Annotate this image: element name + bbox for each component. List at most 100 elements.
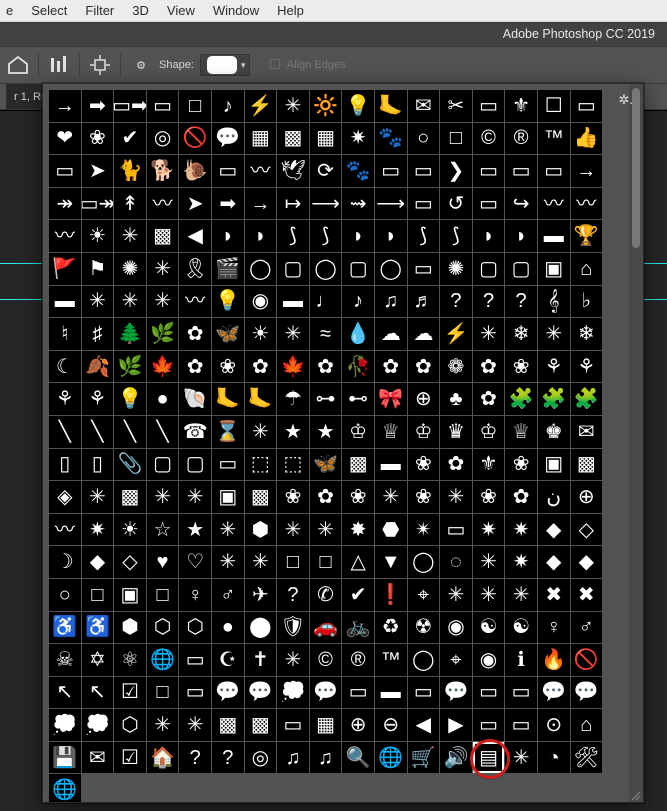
shape-cell[interactable]: ▶: [440, 709, 472, 741]
shape-cell[interactable]: ✿: [375, 351, 407, 383]
shape-cell[interactable]: ▭: [147, 90, 179, 122]
shape-cell[interactable]: ▭: [212, 449, 244, 481]
shape-cell[interactable]: ⊕: [342, 709, 374, 741]
shape-cell[interactable]: ▬: [538, 220, 570, 252]
shape-cell[interactable]: ✳: [212, 546, 244, 578]
shape-cell[interactable]: ◯: [375, 253, 407, 285]
shape-cell[interactable]: 💬: [212, 123, 244, 155]
shape-cell[interactable]: ▭: [473, 90, 505, 122]
shape-cell[interactable]: 🌐: [49, 774, 81, 802]
shape-cell[interactable]: ☆: [147, 514, 179, 546]
shape-cell[interactable]: ╲: [82, 416, 114, 448]
shape-cell[interactable]: ✳: [375, 481, 407, 513]
shape-cell[interactable]: ☎: [179, 416, 211, 448]
shape-cell[interactable]: 🚫: [179, 123, 211, 155]
shape-cell[interactable]: ♀: [179, 579, 211, 611]
menu-item[interactable]: View: [167, 3, 195, 18]
canvas-area[interactable]: ✲. →➡▭➡▭□♪⚡✳🔆💡🦶✉✂▭⚜☐▭❤❀✔◎🚫💬▦▩▦✷🐾○□©®™👍▭➤…: [0, 110, 667, 811]
shape-cell[interactable]: ◗: [342, 220, 374, 252]
shape-cell[interactable]: ✳: [310, 514, 342, 546]
panel-menu-gear-icon[interactable]: ✲.: [618, 92, 633, 108]
shape-cell[interactable]: 💾: [49, 742, 81, 774]
shape-cell[interactable]: ◀: [179, 220, 211, 252]
shape-cell[interactable]: 💬: [310, 677, 342, 709]
shape-cell[interactable]: 〰: [49, 220, 81, 252]
shape-cell[interactable]: ⟆: [310, 220, 342, 252]
shape-cell[interactable]: ▭: [408, 677, 440, 709]
shape-cell[interactable]: ◆: [538, 514, 570, 546]
shape-cell[interactable]: ❀: [212, 351, 244, 383]
shape-cell[interactable]: ✳: [440, 481, 472, 513]
shape-cell[interactable]: 🦶: [245, 383, 277, 415]
shape-cell[interactable]: ✿: [179, 351, 211, 383]
shape-cell[interactable]: ✳: [473, 318, 505, 350]
shape-cell[interactable]: ✳: [147, 709, 179, 741]
shape-cell[interactable]: 🍂: [82, 351, 114, 383]
shape-cell[interactable]: □: [440, 123, 472, 155]
shape-cell[interactable]: 🥀: [342, 351, 374, 383]
shape-cell[interactable]: ®: [505, 123, 537, 155]
shape-cell[interactable]: 🦋: [212, 318, 244, 350]
shape-cell[interactable]: ❀: [505, 351, 537, 383]
shape-cell[interactable]: ▭: [473, 709, 505, 741]
shape-cell[interactable]: ✳: [82, 481, 114, 513]
shape-cell[interactable]: ♔: [473, 416, 505, 448]
shape-cell[interactable]: ♔: [408, 416, 440, 448]
shape-cell[interactable]: ✳: [147, 286, 179, 318]
shape-cell[interactable]: ♿: [49, 612, 81, 644]
shape-cell[interactable]: 🧩: [571, 383, 603, 415]
shape-cell[interactable]: ⌂: [571, 709, 603, 741]
shape-cell[interactable]: ◯: [310, 253, 342, 285]
shape-cell[interactable]: ❯: [440, 155, 472, 187]
shape-cell[interactable]: ↪: [505, 188, 537, 220]
shape-cell[interactable]: ☢: [408, 612, 440, 644]
shape-cell[interactable]: ▩: [342, 449, 374, 481]
shape-cell[interactable]: ✳: [277, 514, 309, 546]
shape-cell[interactable]: ✳: [114, 220, 146, 252]
shape-cell[interactable]: □: [310, 546, 342, 578]
shape-cell[interactable]: ♭: [571, 286, 603, 318]
shape-cell[interactable]: ◆: [538, 546, 570, 578]
shape-cell[interactable]: ♚: [538, 416, 570, 448]
shape-cell[interactable]: ✷: [505, 546, 537, 578]
shape-cell[interactable]: ✆: [310, 579, 342, 611]
menu-item[interactable]: e: [6, 3, 13, 18]
shape-cell[interactable]: ♩: [310, 286, 342, 318]
shape-cell[interactable]: ♫: [277, 742, 309, 774]
shape-cell[interactable]: ⬢: [114, 612, 146, 644]
shape-cell[interactable]: △: [342, 546, 374, 578]
shape-cell[interactable]: ⬚: [245, 449, 277, 481]
shape-cell[interactable]: 💬: [212, 677, 244, 709]
shape-cell[interactable]: 🌿: [114, 351, 146, 383]
shape-cell[interactable]: ☂: [277, 383, 309, 415]
shape-cell[interactable]: ✳: [277, 644, 309, 676]
transform-icon[interactable]: [88, 53, 112, 77]
shape-cell[interactable]: ❤: [49, 123, 81, 155]
shape-cell[interactable]: ⊖: [375, 709, 407, 741]
shape-cell[interactable]: 〰: [571, 188, 603, 220]
shape-cell[interactable]: ◇: [571, 514, 603, 546]
menu-item[interactable]: Window: [213, 3, 259, 18]
shape-cell[interactable]: ✺: [440, 253, 472, 285]
shape-cell[interactable]: 〰: [179, 286, 211, 318]
shape-cell[interactable]: ⌂: [571, 253, 603, 285]
shape-cell[interactable]: ▭: [440, 514, 472, 546]
shape-cell[interactable]: ▭: [571, 90, 603, 122]
shape-cell[interactable]: ⬚: [277, 449, 309, 481]
shape-cell[interactable]: ✳: [538, 318, 570, 350]
shape-cell[interactable]: □: [147, 677, 179, 709]
shape-cell[interactable]: ✳: [245, 416, 277, 448]
shape-cell[interactable]: ♯: [82, 318, 114, 350]
shape-cell[interactable]: ↠: [49, 188, 81, 220]
shape-cell[interactable]: ▭: [408, 188, 440, 220]
shape-cell[interactable]: ©: [473, 123, 505, 155]
shape-cell[interactable]: 🔥: [538, 644, 570, 676]
menu-item[interactable]: 3D: [132, 3, 149, 18]
shape-cell[interactable]: ❀: [277, 481, 309, 513]
shape-cell[interactable]: 🦶: [212, 383, 244, 415]
shape-cell[interactable]: ⌛: [212, 416, 244, 448]
shape-cell[interactable]: ✳: [212, 514, 244, 546]
shape-cell[interactable]: ╲: [147, 416, 179, 448]
shape-cell[interactable]: ✳: [440, 579, 472, 611]
shape-cell[interactable]: ▩: [147, 220, 179, 252]
